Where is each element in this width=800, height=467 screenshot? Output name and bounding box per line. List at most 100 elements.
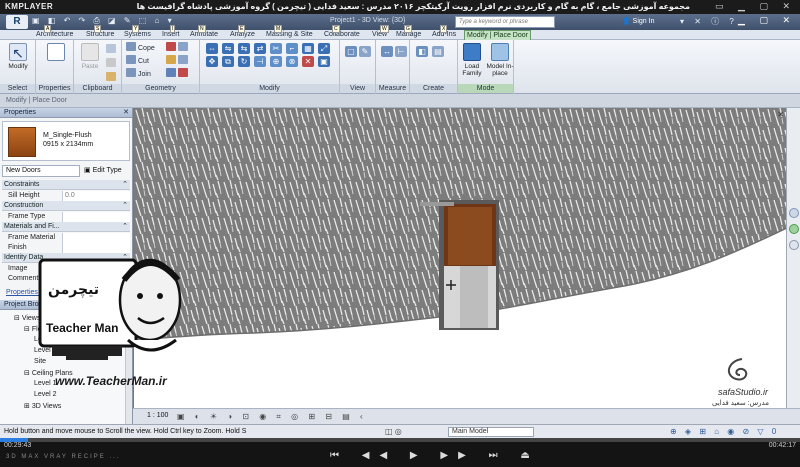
browser-item-label: 3D Views bbox=[31, 403, 62, 410]
property-value[interactable] bbox=[62, 212, 130, 222]
help-icons[interactable]: ▾ ✕ ⓘ ? bbox=[680, 16, 738, 27]
property-group[interactable]: Constraints ⌃ bbox=[2, 180, 130, 190]
create-group-icon[interactable]: ▤ bbox=[432, 46, 444, 57]
status-text: Hold button and move mouse to Scroll the… bbox=[4, 428, 247, 435]
mirror-axis-icon[interactable]: ⇆ bbox=[238, 43, 250, 54]
modify-tools[interactable]: ⇔ ⇋ ⇆ ⇄ ✂ ⌐ ▦ ⤢ ✥ ⧉ ↻ ⊣ ⊕ ⊗ ✕ ▣ bbox=[206, 43, 332, 67]
sign-in-button[interactable]: 👤 Sign In bbox=[622, 17, 654, 25]
align-icon[interactable]: ⇔ bbox=[206, 43, 218, 54]
teacherman-url: www.TeacherMan.ir bbox=[55, 374, 167, 388]
tab-architecture[interactable]: Architecture bbox=[34, 30, 75, 40]
cut-label: Cut bbox=[138, 58, 149, 65]
window-controls[interactable]: ▁ ▢ ✕ bbox=[738, 15, 796, 26]
property-value[interactable]: 0.0 bbox=[62, 191, 130, 201]
cope-button[interactable]: Cope bbox=[126, 42, 155, 53]
close-icon[interactable]: ✕ bbox=[123, 108, 129, 118]
viewcube-icon[interactable] bbox=[789, 208, 799, 218]
unpin-icon[interactable]: ⊗ bbox=[286, 56, 298, 67]
view-control-icons[interactable]: ▣ ◐ ☀ ◑ ⊡ ◉ ⌗ ◎ ⊞ ⊟ ▤ ‹ bbox=[177, 412, 367, 422]
delete-icon[interactable]: ✕ bbox=[302, 56, 314, 67]
edit-type-icon: ▣ bbox=[84, 167, 91, 174]
match-icon[interactable] bbox=[106, 72, 118, 83]
scale-icon[interactable]: ⤢ bbox=[318, 43, 330, 54]
model-inplace-icon bbox=[491, 43, 509, 61]
teacher-persian-text: تیچرمن bbox=[48, 282, 99, 298]
geometry-tool-1[interactable] bbox=[166, 42, 190, 53]
copy-element-icon[interactable]: ⧉ bbox=[222, 56, 234, 67]
modify-panel-label: Modify bbox=[200, 84, 339, 93]
extend-icon[interactable]: ⊣ bbox=[254, 56, 266, 67]
expand-icon[interactable]: ⊞ bbox=[24, 403, 32, 410]
rotate-icon[interactable]: ↻ bbox=[238, 56, 250, 67]
worksets-icon[interactable]: ◫ ◎ bbox=[385, 427, 402, 436]
keytip: W bbox=[380, 25, 389, 33]
application-menu-button[interactable]: R bbox=[6, 15, 28, 29]
property-row: Sill Height 0.0 bbox=[2, 191, 130, 201]
steering-wheel-icon[interactable] bbox=[789, 224, 799, 234]
create-parts-icon[interactable]: ◧ bbox=[416, 46, 428, 57]
cut-icon[interactable] bbox=[106, 58, 118, 69]
cut-geometry-button[interactable]: Cut bbox=[126, 55, 149, 66]
hide-element-icon[interactable]: ▢ bbox=[345, 46, 357, 57]
playback-buttons[interactable]: ⏮ ◀◀ ▶ ▶▶ ⏭ ⏏ bbox=[330, 450, 540, 461]
split-icon[interactable]: ✂ bbox=[270, 43, 282, 54]
active-model-dropdown[interactable]: Main Model bbox=[448, 427, 534, 437]
quick-access-toolbar[interactable]: ▣ ◧ ↶ ↷ ⎙ ◪ ✎ ⬚ ⌂ ▾ bbox=[32, 16, 175, 26]
player-logo: KMPLAYER bbox=[5, 2, 54, 11]
instance-filter-dropdown[interactable]: New Doors bbox=[2, 165, 80, 177]
collapse-icon[interactable]: ⌃ bbox=[122, 222, 128, 232]
dimension-icon[interactable]: ⊢ bbox=[395, 46, 407, 57]
mirror-draw-icon[interactable]: ⇄ bbox=[254, 43, 266, 54]
safa-teacher-text: مدرس: سعید فدایی bbox=[712, 400, 769, 407]
tab-massing-site[interactable]: Massing & Site bbox=[264, 30, 315, 40]
expand-icon[interactable]: ⊟ bbox=[24, 370, 32, 377]
model-inplace-button[interactable]: Model In-place bbox=[486, 43, 514, 77]
collapse-icon[interactable]: ⌃ bbox=[122, 201, 128, 211]
zoom-icon[interactable] bbox=[789, 240, 799, 250]
browser-item[interactable]: ⊞ 3D Views bbox=[24, 402, 61, 410]
type-size: 0915 x 2134mm bbox=[43, 141, 94, 148]
modify-button[interactable]: ↖ Modify bbox=[4, 43, 32, 70]
expand-icon[interactable]: ⊟ bbox=[14, 315, 22, 322]
navigation-bar bbox=[786, 108, 800, 408]
array-icon[interactable]: ▦ bbox=[302, 43, 314, 54]
view-close-icon[interactable]: ✕ bbox=[777, 110, 784, 119]
3d-viewport[interactable]: ✕ bbox=[133, 108, 786, 408]
geometry-tool-2[interactable] bbox=[166, 55, 190, 66]
keytip: Y bbox=[132, 25, 140, 33]
measure-panel: ↔ ⊢ Measure bbox=[376, 40, 410, 94]
trim-icon[interactable]: ⌐ bbox=[286, 43, 298, 54]
property-group[interactable]: Construction ⌃ bbox=[2, 201, 130, 211]
load-family-button[interactable]: Load Family bbox=[458, 43, 486, 77]
mode-panel-label: Mode bbox=[458, 84, 513, 93]
pin-icon[interactable]: ⊕ bbox=[270, 56, 282, 67]
search-input[interactable]: Type a keyword or phrase bbox=[455, 16, 555, 28]
join-button[interactable]: Join bbox=[126, 68, 151, 79]
geometry-tool-3[interactable] bbox=[166, 68, 190, 79]
cope-label: Cope bbox=[138, 45, 155, 52]
move-icon[interactable]: ✥ bbox=[206, 56, 218, 67]
view-scale[interactable]: 1 : 100 bbox=[147, 412, 168, 419]
seek-bar[interactable] bbox=[0, 438, 800, 442]
join-icon bbox=[126, 68, 136, 77]
keytip: E bbox=[238, 25, 246, 33]
type-selector[interactable]: M_Single-Flush 0915 x 2134mm bbox=[2, 121, 130, 161]
property-group[interactable]: Materials and Fi... ⌃ bbox=[2, 222, 130, 232]
measure-icon[interactable]: ↔ bbox=[381, 46, 393, 57]
user-icon: 👤 bbox=[622, 18, 631, 25]
edit-type-button[interactable]: ▣ Edit Type bbox=[84, 166, 122, 174]
tab-collaborate[interactable]: Collaborate bbox=[322, 30, 362, 40]
group-icon[interactable]: ▣ bbox=[318, 56, 330, 67]
paste-button[interactable]: Paste bbox=[76, 43, 104, 70]
offset-icon[interactable]: ⇋ bbox=[222, 43, 234, 54]
expand-icon[interactable]: ⊟ bbox=[24, 326, 32, 333]
collapse-icon[interactable]: ⌃ bbox=[122, 180, 128, 190]
override-graphics-icon[interactable]: ✎ bbox=[359, 46, 371, 57]
keytip: X bbox=[440, 25, 448, 33]
properties-button[interactable] bbox=[42, 43, 70, 63]
player-window-controls[interactable]: ▭ ▁ ▢ ✕ bbox=[715, 1, 796, 12]
selection-filter-icons[interactable]: ⊕ ◈ ⊞ ⌂ ◉ ⊘ ▽ 0 bbox=[670, 427, 779, 436]
copy-icon[interactable] bbox=[106, 44, 118, 55]
properties-panel: Properties bbox=[36, 40, 74, 94]
tab-modify-place-door[interactable]: Modify | Place Door bbox=[464, 30, 531, 40]
